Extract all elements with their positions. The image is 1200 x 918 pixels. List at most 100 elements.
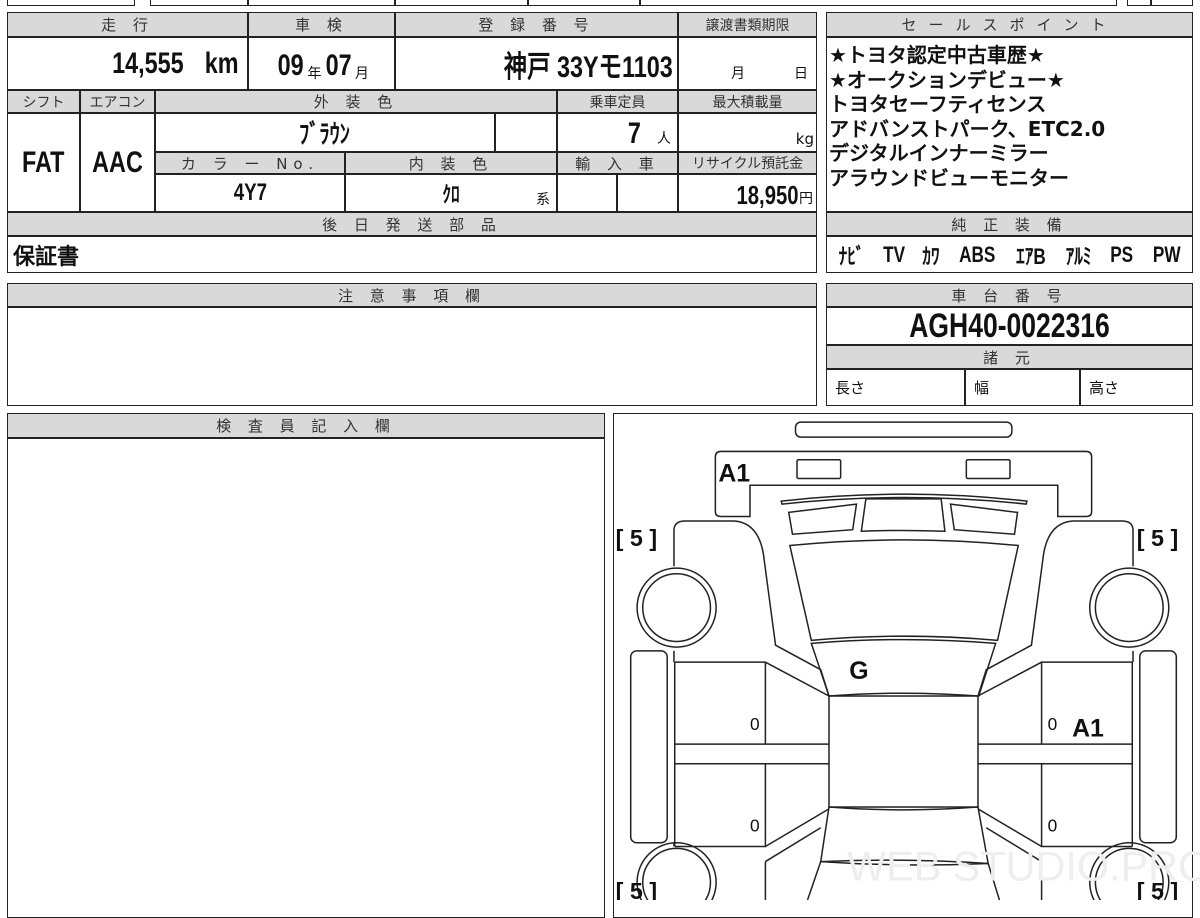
recycle-cell: 18,950 円	[678, 174, 817, 212]
door-mark: 0	[1048, 815, 1058, 835]
top-cell	[7, 0, 135, 6]
length-cell: 長さ	[826, 369, 965, 406]
inspector-area	[7, 438, 605, 918]
mark-front-bumper: A1	[718, 461, 750, 488]
color-no-label: カ ラ ー No.	[155, 152, 345, 174]
import-cell-2	[617, 174, 678, 212]
sales-points-label: セールスポイント	[826, 12, 1193, 37]
headlight-left	[797, 460, 841, 479]
later-parts-cell: 保証書	[7, 236, 817, 273]
tire-rear-left: [ 5 ]	[616, 878, 657, 900]
inspection-cell: 09 年 07 月	[248, 37, 395, 90]
mark-right-front-door: A1	[1072, 716, 1104, 743]
height-cell: 高さ	[1080, 369, 1193, 406]
registration-value: 神戸 33Yモ1103	[504, 42, 673, 86]
exterior-color-extra	[495, 113, 557, 152]
month-unit: 月	[355, 63, 369, 83]
car-diagram: WEB STUDIO.PRO A1 G A1 0 0 0 0 [ 5 ] [ 5…	[610, 410, 1200, 900]
later-parts-value: 保証書	[13, 239, 79, 271]
recycle-unit: 円	[799, 188, 813, 211]
door-mark: 0	[750, 714, 760, 734]
mileage-unit: km	[204, 47, 238, 81]
capacity-value: 7	[628, 117, 641, 151]
equipment-item: TV	[883, 242, 905, 268]
registration-label: 登 録 番 号	[395, 12, 678, 37]
color-no-value: 4Y7	[233, 179, 266, 207]
later-parts-label: 後 日 発 送 部 品	[7, 212, 817, 236]
roof	[829, 696, 978, 807]
wheel-icon	[637, 568, 716, 647]
max-load-unit: kg	[796, 130, 814, 148]
shift-cell: FAT	[7, 113, 80, 212]
interior-color-value: ｸﾛ	[442, 177, 459, 209]
exterior-color-label: 外 装 色	[155, 90, 557, 113]
max-load-label: 最大積載量	[678, 90, 817, 113]
equipment-item: ｴｱB	[1017, 239, 1047, 271]
inspector-label: 検 査 員 記 入 欄	[7, 413, 605, 438]
sales-point: トヨタセーフティセンス	[829, 92, 1190, 117]
grille-right	[951, 504, 1018, 534]
interior-color-label: 内 装 色	[345, 152, 557, 174]
recycle-value: 18,950	[737, 180, 799, 211]
equipment-cell: ﾅﾋﾞ TV ｶﾜ ABS ｴｱB ｱﾙﾐ PS PW	[826, 236, 1193, 273]
aircon-cell: AAC	[80, 113, 155, 212]
aircon-label: エアコン	[80, 90, 155, 113]
equipment-item: PW	[1152, 242, 1180, 268]
exterior-color-cell: ﾌﾞﾗｳﾝ	[155, 113, 495, 152]
capacity-unit: 人	[657, 128, 671, 151]
wheel-icon	[1090, 568, 1169, 647]
chassis-label: 車 台 番 号	[826, 283, 1193, 307]
tire-front-right: [ 5 ]	[1137, 525, 1178, 551]
exterior-color-value: ﾌﾞﾗｳﾝ	[300, 114, 351, 151]
equipment-label: 純 正 装 備	[826, 212, 1193, 236]
mileage-value: 14,555	[112, 47, 184, 81]
top-cell	[395, 0, 528, 6]
notes-label: 注 意 事 項 欄	[7, 283, 817, 307]
max-load-cell: kg	[678, 113, 817, 152]
windshield	[811, 640, 995, 696]
mileage-label: 走 行	[7, 12, 248, 37]
import-cell-1	[557, 174, 617, 212]
transfer-deadline-label: 譲渡書類期限	[678, 12, 817, 37]
sales-point: デジタルインナーミラー	[829, 141, 1190, 166]
length-label: 長さ	[835, 377, 865, 398]
height-label: 高さ	[1089, 377, 1119, 398]
color-no-cell: 4Y7	[155, 174, 345, 212]
equipment-item: ｶﾜ	[922, 239, 939, 271]
chassis-value: AGH40-0022316	[909, 307, 1110, 345]
door-mark: 0	[1048, 714, 1058, 734]
inspection-year: 09	[278, 49, 304, 83]
registration-cell: 神戸 33Yモ1103	[395, 37, 678, 90]
equipment-item: ABS	[959, 242, 995, 268]
notes-area	[7, 307, 817, 406]
import-label: 輸 入 車	[557, 152, 678, 174]
mark-roof: G	[849, 658, 868, 685]
transfer-day-unit: 日	[794, 63, 808, 83]
sales-point: ★トヨタ認定中古車歴★	[829, 43, 1190, 68]
right-front-fender	[978, 521, 1133, 696]
top-cell	[528, 0, 640, 6]
hood	[790, 540, 1018, 640]
chassis-cell: AGH40-0022316	[826, 307, 1193, 345]
right-side-step	[1140, 651, 1176, 843]
tire-rear-right: [ 5 ]	[1137, 878, 1178, 900]
grille-center	[861, 499, 945, 531]
width-cell: 幅	[965, 369, 1080, 406]
left-side-step	[631, 651, 667, 843]
capacity-label: 乗車定員	[557, 90, 678, 113]
top-cell	[1127, 0, 1151, 6]
sales-point: アラウンドビューモニター	[829, 166, 1190, 191]
tire-front-left: [ 5 ]	[616, 525, 657, 551]
capacity-cell: 7 人	[557, 113, 678, 152]
top-cell	[150, 0, 248, 6]
sales-point: ★オークションデビュー★	[829, 68, 1190, 93]
shift-value: FAT	[22, 146, 64, 180]
specs-label: 諸 元	[826, 345, 1193, 369]
grille-left	[789, 504, 857, 534]
interior-color-suffix: 系	[536, 189, 550, 209]
door-mark: 0	[750, 815, 760, 835]
inspection-label: 車 検	[248, 12, 395, 37]
headlight-right	[966, 460, 1010, 479]
transfer-deadline-cell: 月 日	[678, 37, 817, 90]
front-panel	[715, 451, 1091, 516]
